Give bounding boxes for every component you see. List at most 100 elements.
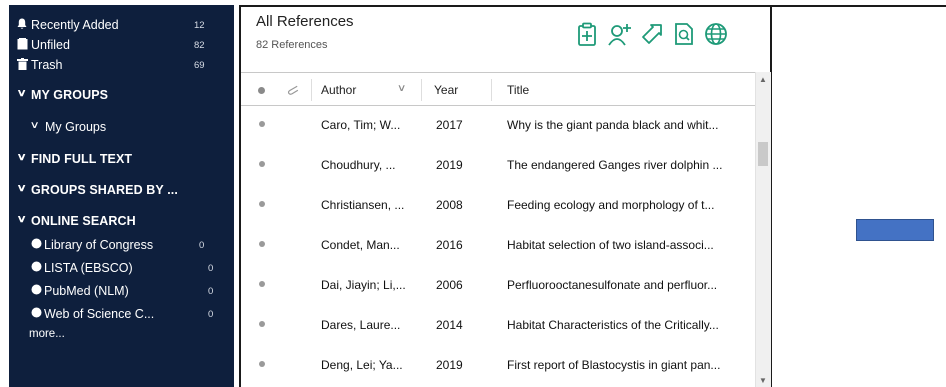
sidebar-item-trash[interactable]: Trash 69 (9, 57, 234, 75)
section-label: GROUPS SHARED BY ... (31, 183, 178, 197)
cell-title: The endangered Ganges river dolphin ... (507, 158, 723, 172)
cell-year: 2014 (436, 318, 463, 332)
sidebar-item-library-of-congress[interactable]: Library of Congress 0 (9, 237, 234, 255)
sidebar-item-unfiled[interactable]: Unfiled 82 (9, 37, 234, 55)
preview-pane (772, 5, 946, 387)
vertical-scrollbar[interactable]: ▲ ▼ (755, 72, 771, 387)
trash-icon (17, 58, 28, 73)
cell-author: Dares, Laure... (321, 318, 401, 332)
references-panel: All References 82 References Author ∨ Ye… (239, 5, 772, 387)
count-badge: 82 (194, 40, 205, 51)
chevron-down-icon: ∨ (16, 88, 27, 99)
count-badge: 12 (194, 20, 205, 31)
globe-icon (31, 238, 42, 252)
table-row[interactable]: Deng, Lei; Ya... 2019 First report of Bl… (241, 347, 755, 387)
cell-year: 2008 (436, 198, 463, 212)
cell-author: Deng, Lei; Ya... (321, 358, 403, 372)
column-title[interactable]: Title (507, 83, 529, 97)
sidebar-item-pubmed[interactable]: PubMed (NLM) 0 (9, 283, 234, 301)
count-badge: 0 (208, 309, 214, 320)
cell-title: Feeding ecology and morphology of t... (507, 198, 715, 212)
cell-year: 2006 (436, 278, 463, 292)
table-row[interactable]: Dai, Jiayin; Li,... 2006 Perfluorooctane… (241, 267, 755, 307)
sort-chevron-icon[interactable]: ∨ (397, 83, 407, 94)
read-status-dot (259, 161, 265, 167)
cell-author: Christiansen, ... (321, 198, 405, 212)
sidebar-item-label: Library of Congress (44, 238, 154, 252)
scroll-up-arrow-icon[interactable]: ▲ (759, 75, 767, 84)
cell-title: First report of Blastocystis in giant pa… (507, 358, 721, 372)
table-row[interactable]: Choudhury, ... 2019 The endangered Gange… (241, 147, 755, 187)
search-document-icon[interactable] (671, 21, 697, 47)
count-badge: 69 (194, 60, 205, 71)
cell-year: 2019 (436, 158, 463, 172)
folder-icon (17, 38, 28, 53)
read-status-dot (259, 321, 265, 327)
cell-author: Condet, Man... (321, 238, 400, 252)
column-divider (311, 79, 312, 101)
cell-title: Why is the giant panda black and whit... (507, 118, 719, 132)
scrollbar-thumb[interactable] (758, 142, 768, 166)
blue-rectangle (856, 219, 934, 241)
cell-title: Perfluorooctanesulfonate and perfluor... (507, 278, 718, 292)
read-status-dot (259, 281, 265, 287)
bell-icon (17, 18, 27, 33)
table-header: Author ∨ Year Title (241, 72, 755, 106)
globe-icon (31, 307, 42, 321)
sidebar-item-lista[interactable]: LISTA (EBSCO) 0 (9, 260, 234, 278)
column-divider (421, 79, 422, 101)
add-user-icon[interactable] (607, 21, 633, 47)
section-label: FIND FULL TEXT (31, 152, 133, 166)
references-table: Caro, Tim; W... 2017 Why is the giant pa… (241, 107, 755, 387)
section-label: ONLINE SEARCH (31, 214, 136, 228)
reference-count: 82 References (256, 39, 328, 51)
sidebar-item-web-of-science[interactable]: Web of Science C... 0 (9, 306, 234, 324)
more-link[interactable]: more... (9, 327, 234, 345)
section-my-groups[interactable]: ∨ MY GROUPS (9, 87, 234, 105)
column-divider (491, 79, 492, 101)
table-row[interactable]: Condet, Man... 2016 Habitat selection of… (241, 227, 755, 267)
sidebar-item-label: Trash (31, 58, 63, 72)
cell-year: 2016 (436, 238, 463, 252)
cell-author: Caro, Tim; W... (321, 118, 401, 132)
chevron-down-icon: ∨ (29, 120, 40, 131)
share-icon[interactable] (639, 21, 665, 47)
read-status-dot (259, 121, 265, 127)
cell-year: 2019 (436, 358, 463, 372)
scroll-down-arrow-icon[interactable]: ▼ (759, 376, 767, 385)
chevron-down-icon: ∨ (16, 214, 27, 225)
count-badge: 0 (208, 286, 214, 297)
count-badge: 0 (208, 263, 214, 274)
cell-year: 2017 (436, 118, 463, 132)
column-author[interactable]: Author (321, 83, 356, 97)
globe-icon (31, 284, 42, 298)
cell-title: Habitat selection of two island-associ..… (507, 238, 714, 252)
sidebar: Recently Added 12 Unfiled 82 Trash 69 ∨ … (9, 5, 234, 387)
paperclip-icon[interactable] (287, 81, 299, 102)
section-label: MY GROUPS (31, 88, 109, 102)
cell-title: Habitat Characteristics of the Criticall… (507, 318, 719, 332)
cell-author: Dai, Jiayin; Li,... (321, 278, 406, 292)
sidebar-item-label: Recently Added (31, 18, 119, 32)
table-row[interactable]: Dares, Laure... 2014 Habitat Characteris… (241, 307, 755, 347)
more-label: more... (29, 328, 65, 340)
sidebar-item-my-groups[interactable]: ∨ My Groups (9, 119, 234, 137)
read-status-dot (259, 361, 265, 367)
section-find-full-text[interactable]: ∨ FIND FULL TEXT (9, 151, 234, 169)
section-groups-shared[interactable]: ∨ GROUPS SHARED BY ... (9, 182, 234, 200)
chevron-down-icon: ∨ (16, 183, 27, 194)
globe-icon (31, 261, 42, 275)
column-year[interactable]: Year (434, 83, 458, 97)
online-globe-icon[interactable] (703, 21, 729, 47)
sidebar-item-recently-added[interactable]: Recently Added 12 (9, 17, 234, 35)
table-row[interactable]: Christiansen, ... 2008 Feeding ecology a… (241, 187, 755, 227)
cell-author: Choudhury, ... (321, 158, 396, 172)
read-status-dot (259, 201, 265, 207)
insert-citation-icon[interactable] (574, 21, 600, 47)
sidebar-item-label: LISTA (EBSCO) (44, 261, 133, 275)
sidebar-item-label: PubMed (NLM) (44, 284, 129, 298)
count-badge: 0 (199, 240, 205, 251)
section-online-search[interactable]: ∨ ONLINE SEARCH (9, 213, 234, 231)
table-row[interactable]: Caro, Tim; W... 2017 Why is the giant pa… (241, 107, 755, 147)
read-status-column-icon[interactable] (258, 87, 265, 94)
